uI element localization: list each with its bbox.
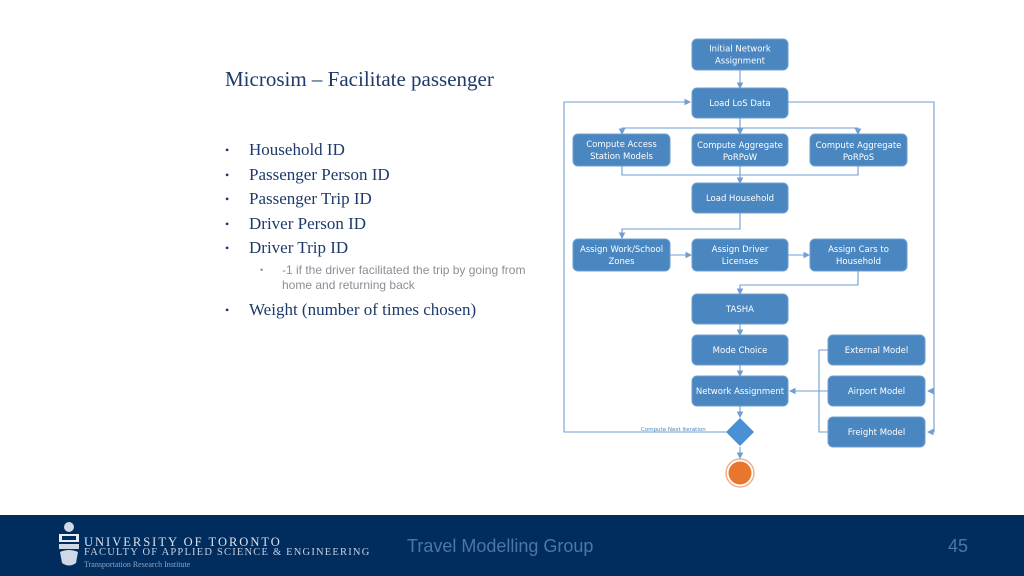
node-freight-model: Freight Model xyxy=(827,416,926,448)
faculty-name: FACULTY OF APPLIED SCIENCE & ENGINEERING xyxy=(84,547,371,558)
node-load-household: Load Household xyxy=(691,182,789,214)
node-compute-aggregate-porpow: Compute Aggregate PoRPoW xyxy=(691,133,789,167)
svg-text:Zones: Zones xyxy=(608,257,635,267)
decision-node xyxy=(726,418,754,446)
node-compute-access-station-models: Compute Access Station Models xyxy=(572,133,671,167)
svg-text:Assign Cars to: Assign Cars to xyxy=(828,245,889,255)
loop-label: Compute Next Iteration xyxy=(641,427,706,433)
connector xyxy=(736,271,859,296)
svg-text:PoRPoS: PoRPoS xyxy=(843,153,874,163)
node-mode-choice: Mode Choice xyxy=(691,334,789,366)
page-number: 45 xyxy=(948,536,969,556)
connector xyxy=(618,118,741,136)
node-airport-model: Airport Model xyxy=(827,375,926,407)
svg-text:Station Models: Station Models xyxy=(590,152,653,162)
svg-text:External Model: External Model xyxy=(845,346,909,356)
svg-text:Household: Household xyxy=(836,257,881,267)
svg-text:Load Household: Load Household xyxy=(706,194,774,204)
connector xyxy=(740,127,862,136)
flowchart: Compute Next Iteration Initial Network A… xyxy=(563,38,935,488)
node-assign-cars-to-household: Assign Cars to Household xyxy=(809,238,908,272)
footer: UNIVERSITY OF TORONTO FACULTY OF APPLIED… xyxy=(0,515,1024,576)
svg-text:TASHA: TASHA xyxy=(725,305,754,315)
svg-text:Compute Aggregate: Compute Aggregate xyxy=(816,141,902,151)
svg-text:Compute Aggregate: Compute Aggregate xyxy=(697,141,783,151)
node-tasha: TASHA xyxy=(691,293,789,325)
node-external-model: External Model xyxy=(827,334,926,366)
svg-text:Initial Network: Initial Network xyxy=(709,45,771,55)
institute-name: Transportation Research Institute xyxy=(84,560,191,569)
svg-text:Airport Model: Airport Model xyxy=(848,387,905,397)
svg-text:Load LoS Data: Load LoS Data xyxy=(709,99,770,109)
node-compute-aggregate-porpos: Compute Aggregate PoRPoS xyxy=(809,133,908,167)
node-assign-work-school-zones: Assign Work/School Zones xyxy=(572,238,671,272)
svg-text:Freight Model: Freight Model xyxy=(848,428,906,438)
connector xyxy=(618,213,741,240)
svg-text:Assignment: Assignment xyxy=(715,57,766,67)
group-name: Travel Modelling Group xyxy=(407,536,594,556)
node-load-los-data: Load LoS Data xyxy=(691,87,789,119)
svg-text:Network Assignment: Network Assignment xyxy=(696,387,785,397)
svg-text:Assign Work/School: Assign Work/School xyxy=(580,245,663,255)
svg-text:PoRPoW: PoRPoW xyxy=(723,153,758,163)
svg-text:Compute Access: Compute Access xyxy=(586,140,657,150)
svg-text:Licenses: Licenses xyxy=(722,257,759,267)
svg-text:Assign Driver: Assign Driver xyxy=(712,245,769,255)
node-network-assignment: Network Assignment xyxy=(691,375,789,407)
svg-text:Mode Choice: Mode Choice xyxy=(713,346,768,356)
university-crest-icon xyxy=(59,522,79,566)
node-assign-driver-licenses: Assign Driver Licenses xyxy=(691,238,789,272)
end-node xyxy=(728,461,752,485)
node-initial-network-assignment: Initial Network Assignment xyxy=(691,38,789,71)
